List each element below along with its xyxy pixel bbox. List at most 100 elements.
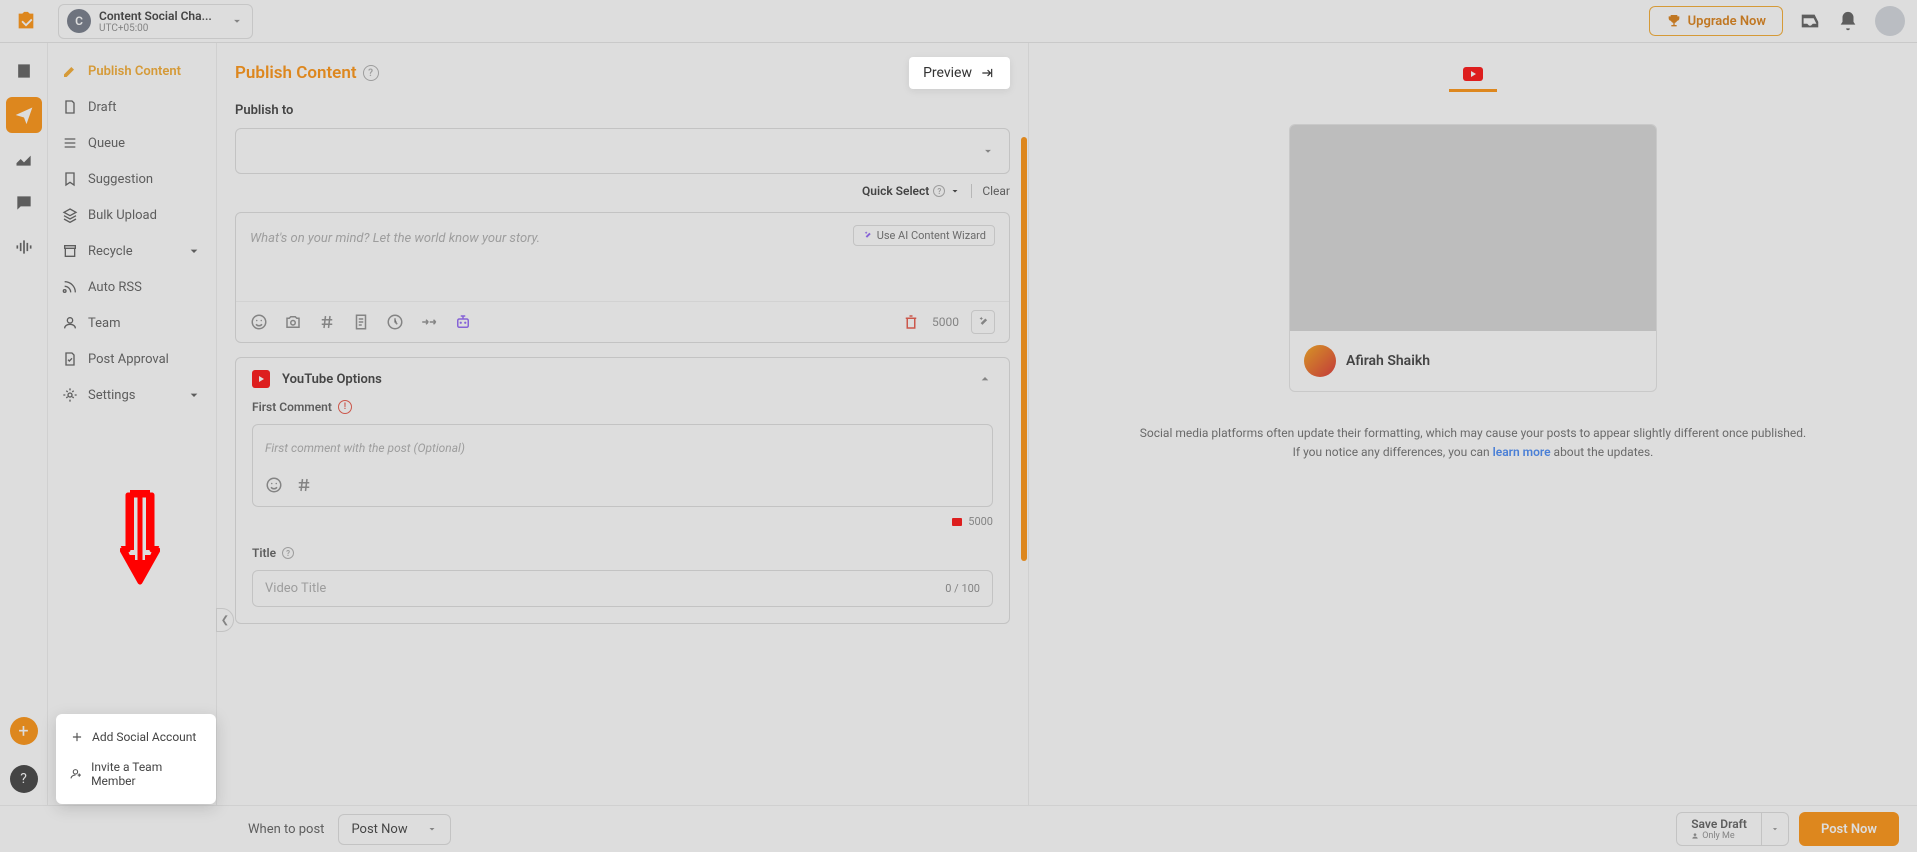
file-icon	[62, 99, 78, 115]
youtube-options-title: YouTube Options	[282, 372, 382, 387]
learn-more-link[interactable]: learn more	[1493, 445, 1551, 459]
help-icon[interactable]: ?	[282, 547, 294, 559]
sidebar-item-draft[interactable]: Draft	[48, 89, 216, 125]
sidebar-item-recycle[interactable]: Recycle	[48, 233, 216, 269]
hashtag-icon[interactable]	[318, 313, 336, 331]
workspace-name: Content Social Cha...	[99, 9, 230, 23]
magic-button[interactable]	[971, 310, 995, 334]
upgrade-button[interactable]: Upgrade Now	[1649, 6, 1783, 36]
add-social-account[interactable]: Add Social Account	[56, 722, 216, 752]
trophy-icon	[1666, 13, 1682, 29]
arrow-right-icon	[978, 66, 996, 80]
sidebar-label: Suggestion	[88, 172, 153, 187]
robot-icon[interactable]	[454, 313, 472, 331]
user-plus-icon	[70, 767, 83, 781]
save-draft-label: Save Draft	[1691, 817, 1747, 831]
rss-icon	[62, 279, 78, 295]
rail-help-button[interactable]: ?	[10, 765, 38, 793]
author-name: Afirah Shaikh	[1346, 353, 1430, 369]
rail-calendar[interactable]	[6, 53, 42, 89]
save-draft-dropdown[interactable]	[1761, 813, 1788, 845]
chevron-down-icon	[230, 14, 244, 28]
emoji-icon[interactable]	[250, 313, 268, 331]
save-draft-visibility: Only Me	[1691, 831, 1734, 841]
youtube-icon	[252, 370, 270, 388]
youtube-mini-icon	[952, 518, 962, 526]
preview-label: Preview	[923, 65, 972, 81]
preview-column: Afirah Shaikh Social media platforms oft…	[1029, 43, 1917, 805]
rail-publish[interactable]	[6, 97, 42, 133]
composer-textarea[interactable]: What's on your mind? Let the world know …	[236, 213, 1009, 301]
workspace-selector[interactable]: C Content Social Cha... UTC+05:00	[58, 4, 253, 39]
sidebar-label: Settings	[88, 388, 135, 403]
clear-button[interactable]: Clear	[982, 184, 1010, 198]
bell-icon[interactable]	[1837, 10, 1859, 32]
sidebar-item-team[interactable]: Team	[48, 305, 216, 341]
when-to-post-select[interactable]: Post Now	[338, 814, 450, 845]
ai-wizard-button[interactable]: Use AI Content Wizard	[853, 225, 995, 246]
template-icon[interactable]	[352, 313, 370, 331]
sidebar-label: Publish Content	[88, 64, 181, 79]
title-label: Title ?	[252, 546, 993, 560]
emoji-icon[interactable]	[265, 476, 283, 494]
sidebar: Publish Content Draft Queue Suggestion B…	[48, 43, 217, 805]
invite-team-member[interactable]: Invite a Team Member	[56, 752, 216, 796]
sidebar-item-settings[interactable]: Settings	[48, 377, 216, 413]
help-icon: ?	[933, 185, 945, 197]
chevron-down-icon	[186, 243, 202, 259]
preview-button[interactable]: Preview	[909, 57, 1010, 89]
plus-icon	[70, 730, 84, 744]
help-icon[interactable]: ?	[363, 65, 379, 81]
workspace-badge: C	[67, 9, 91, 33]
user-avatar[interactable]	[1875, 6, 1905, 36]
camera-icon[interactable]	[284, 313, 302, 331]
author-avatar	[1304, 345, 1336, 377]
rail-listen[interactable]	[6, 229, 42, 265]
sidebar-label: Recycle	[88, 244, 133, 259]
rail-add-button[interactable]: +	[10, 717, 38, 745]
sidebar-item-autorss[interactable]: Auto RSS	[48, 269, 216, 305]
video-title-input[interactable]: Video Title 0 / 100	[252, 570, 993, 607]
sidebar-item-publish[interactable]: Publish Content	[48, 53, 216, 89]
arrows-icon[interactable]	[420, 313, 438, 331]
sidebar-item-suggestion[interactable]: Suggestion	[48, 161, 216, 197]
save-draft-button[interactable]: Save Draft Only Me	[1676, 812, 1789, 846]
publish-to-label: Publish to	[235, 103, 1010, 118]
sidebar-label: Team	[88, 316, 121, 331]
post-now-button[interactable]: Post Now	[1799, 812, 1899, 846]
sidebar-item-approval[interactable]: Post Approval	[48, 341, 216, 377]
footer-bar: When to post Post Now Save Draft Only Me…	[0, 805, 1917, 852]
user-icon	[62, 315, 78, 331]
bookmark-icon	[62, 171, 78, 187]
rail-inbox[interactable]	[6, 185, 42, 221]
clock-icon[interactable]	[386, 313, 404, 331]
list-icon	[62, 135, 78, 151]
warning-icon[interactable]: !	[338, 400, 352, 414]
edit-icon	[62, 63, 78, 79]
scrollbar[interactable]	[1021, 137, 1027, 561]
composer-toolbar: 5000	[236, 301, 1009, 342]
title-char-count: 0 / 100	[945, 582, 980, 595]
youtube-options: YouTube Options First Comment ! First co…	[235, 357, 1010, 624]
first-comment-input[interactable]: First comment with the post (Optional)	[252, 424, 993, 507]
account-selector[interactable]	[235, 128, 1010, 174]
preview-tabs	[1045, 59, 1901, 92]
check-file-icon	[62, 351, 78, 367]
inbox-icon[interactable]	[1799, 10, 1821, 32]
quick-select[interactable]: Quick Select ?	[862, 184, 961, 198]
sidebar-item-queue[interactable]: Queue	[48, 125, 216, 161]
first-comment-placeholder: First comment with the post (Optional)	[265, 441, 465, 455]
icon-rail: + ?	[0, 43, 48, 805]
youtube-preview-tab[interactable]	[1449, 59, 1497, 92]
youtube-icon	[1463, 67, 1483, 81]
upgrade-label: Upgrade Now	[1688, 14, 1766, 29]
app-logo-icon[interactable]	[12, 7, 40, 35]
trash-icon[interactable]	[902, 313, 920, 331]
top-header: C Content Social Cha... UTC+05:00 Upgrad…	[0, 0, 1917, 43]
hashtag-icon[interactable]	[295, 476, 313, 494]
youtube-options-header[interactable]: YouTube Options	[236, 358, 1009, 400]
chevron-down-icon	[186, 387, 202, 403]
sidebar-item-bulk[interactable]: Bulk Upload	[48, 197, 216, 233]
rail-analytics[interactable]	[6, 141, 42, 177]
sidebar-label: Draft	[88, 100, 117, 115]
